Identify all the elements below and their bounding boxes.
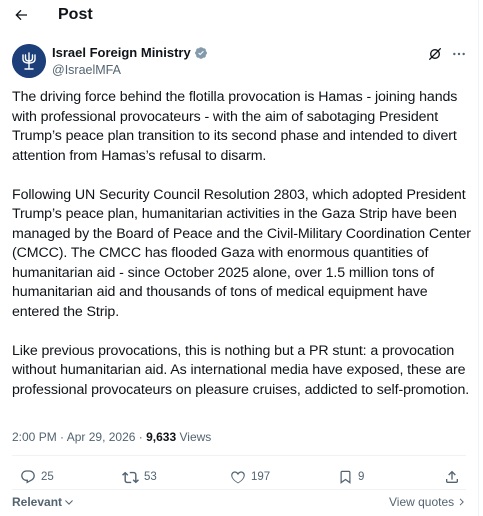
arrow-left-icon: [15, 9, 27, 21]
divider: [12, 455, 466, 456]
post-text: The driving force behind the flotilla pr…: [12, 88, 474, 400]
share-button[interactable]: [444, 467, 460, 487]
avatar[interactable]: [12, 44, 46, 78]
like-button[interactable]: 197: [230, 467, 270, 487]
bookmark-icon: [340, 470, 351, 484]
post-paragraph: The driving force behind the flotilla pr…: [12, 89, 458, 164]
views-count: 9,633: [146, 430, 177, 444]
reply-count: 25: [41, 471, 54, 483]
views-label: Views: [179, 430, 212, 444]
repost-count: 53: [144, 471, 157, 483]
meta-separator: ·: [60, 430, 65, 444]
author-name-text: Israel Foreign Ministry: [52, 45, 191, 60]
view-quotes-link[interactable]: View quotes: [389, 495, 466, 509]
post-page: Post Israel Foreign Ministry @IsraelMFA: [0, 0, 483, 516]
bookmark-count: 9: [358, 471, 365, 483]
share-icon: [446, 470, 458, 483]
verified-badge-icon: [194, 47, 207, 59]
reply-button[interactable]: 25: [20, 467, 54, 487]
heart-icon: [231, 471, 245, 484]
post-paragraph: Like previous provocations, this is noth…: [12, 342, 470, 398]
action-bar: 25 53 197 9: [0, 463, 478, 491]
page-header: Post: [0, 0, 478, 32]
repost-icon: [122, 471, 139, 483]
post-meta: 2:00 PM · Apr 29, 2026 · 9,633 Views: [12, 429, 211, 445]
view-quotes-label: View quotes: [389, 495, 455, 509]
chevron-right-icon: [459, 498, 465, 506]
post-time[interactable]: 2:00 PM: [12, 430, 57, 444]
sort-label: Relevant: [12, 495, 63, 509]
sort-dropdown[interactable]: Relevant: [12, 495, 74, 509]
grok-icon: [429, 48, 441, 60]
like-count: 197: [251, 471, 271, 483]
reply-icon: [21, 470, 35, 484]
author-name[interactable]: Israel Foreign Ministry: [52, 45, 208, 61]
more-options-button[interactable]: [450, 45, 468, 63]
column-border: [478, 0, 479, 516]
grok-button[interactable]: [426, 45, 444, 63]
meta-separator: ·: [138, 430, 143, 444]
menorah-logo-icon: [12, 44, 46, 78]
post-paragraph: Following UN Security Council Resolution…: [12, 186, 471, 320]
more-horizontal-icon: [453, 52, 465, 56]
author-handle[interactable]: @IsraelMFA: [52, 62, 121, 78]
back-button[interactable]: [9, 3, 33, 27]
repost-button[interactable]: 53: [122, 467, 157, 487]
bookmark-button[interactable]: 9: [338, 467, 364, 487]
chevron-down-icon: [65, 500, 73, 505]
post-date[interactable]: Apr 29, 2026: [67, 430, 136, 444]
divider: [12, 489, 466, 490]
page-title: Post: [58, 6, 93, 23]
